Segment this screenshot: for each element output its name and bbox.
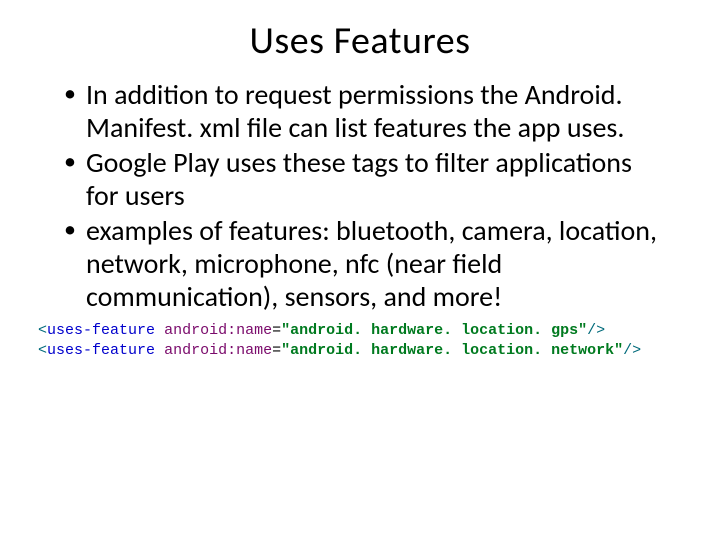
code-snippet: <uses-feature android:name="android. har… (38, 321, 680, 362)
code-token: android:name (164, 322, 272, 339)
bullet-item: In addition to request permissions the A… (64, 78, 670, 144)
code-token: /> (623, 342, 641, 359)
code-token: = (272, 322, 281, 339)
code-token: /> (587, 322, 605, 339)
bullet-list: In addition to request permissions the A… (40, 78, 680, 313)
bullet-item: Google Play uses these tags to filter ap… (64, 146, 670, 212)
code-token (155, 322, 164, 339)
code-token: "android. hardware. location. network" (281, 342, 623, 359)
code-token: uses-feature (47, 322, 155, 339)
code-token: = (272, 342, 281, 359)
bullet-item: examples of features: bluetooth, camera,… (64, 214, 670, 313)
slide-title: Uses Features (40, 18, 680, 64)
code-token: android:name (164, 342, 272, 359)
slide: Uses Features In addition to request per… (0, 0, 720, 540)
code-token: "android. hardware. location. gps" (281, 322, 587, 339)
code-token: < (38, 342, 47, 359)
code-token: < (38, 322, 47, 339)
code-token (155, 342, 164, 359)
code-token: uses-feature (47, 342, 155, 359)
